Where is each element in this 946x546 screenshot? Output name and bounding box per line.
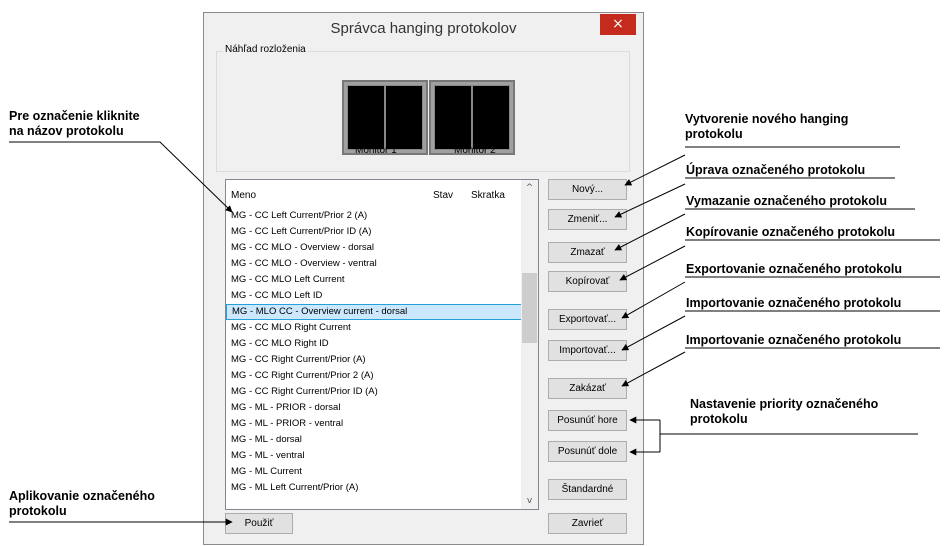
table-row[interactable]: MG - CC MLO Left ID [226,288,523,304]
move-down-button[interactable]: Posunúť dole [548,441,627,462]
edit-button[interactable]: Zmeniť... [548,209,627,230]
annotation-edit: Úprava označeného protokolu [686,163,866,177]
table-row[interactable]: MG - CC MLO - Overview - ventral [226,256,523,272]
layout-preview-label: Náhľad rozloženia [223,44,308,55]
annotation-click-name: Pre označenie kliknite na názov protokolu [9,109,140,138]
table-row[interactable]: MG - CC MLO - Overview - dorsal [226,240,523,256]
list-scrollbar[interactable]: ^ v [521,180,538,509]
table-row[interactable]: MG - CC MLO Left Current [226,272,523,288]
annotation-apply: Aplikovanie označeného protokolu [9,489,155,518]
annotation-import-1: Importovanie označeného protokolu [686,296,902,310]
annotation-import-2: Importovanie označeného protokolu [686,333,902,347]
table-row[interactable]: MG - ML - ventral [226,448,523,464]
import-button[interactable]: Importovať... [548,340,627,361]
protocol-list[interactable]: Meno Stav Skratka MG - CC Left Current/P… [225,179,539,510]
scroll-down-icon[interactable]: v [521,496,538,506]
annotation-copy: Kopírovanie označeného protokolu [686,225,896,239]
table-row[interactable]: MG - CC Left Current/Prior 2 (A) [226,208,523,224]
table-row[interactable]: MG - CC Right Current/Prior 2 (A) [226,368,523,384]
table-row[interactable]: MG - ML Current [226,464,523,480]
table-row[interactable]: MG - CC MLO Right ID [226,336,523,352]
hanging-protocol-manager-dialog: Správca hanging protokolov × Náhľad rozl… [203,12,644,545]
column-header-status[interactable]: Stav [433,190,453,201]
table-row[interactable]: MG - CC MLO Right Current [226,320,523,336]
table-row[interactable]: MG - ML Left Current/Prior (A) [226,480,523,496]
annotation-delete: Vymazanie označeného protokolu [686,194,887,208]
export-button[interactable]: Exportovať... [548,309,627,330]
table-row[interactable]: MG - ML - dorsal [226,432,523,448]
layout-preview-group: Náhľad rozloženia Monitor 1 Monitor 2 [216,44,630,172]
table-row[interactable]: MG - CC Left Current/Prior ID (A) [226,224,523,240]
column-header-shortcut[interactable]: Skratka [471,190,505,201]
scroll-thumb[interactable] [522,273,537,343]
table-row[interactable]: MG - CC Right Current/Prior (A) [226,352,523,368]
window-title: Správca hanging protokolov [330,20,517,37]
close-button[interactable]: Zavrieť [548,513,627,534]
list-header: Meno Stav Skratka [226,180,521,201]
monitor-1-preview [342,80,428,155]
monitor-2-preview [429,80,515,155]
move-up-button[interactable]: Posunúť hore [548,410,627,431]
disable-button[interactable]: Zakázať [548,378,627,399]
monitor-1-label: Monitor 1 [355,145,397,156]
monitor-2-label: Monitor 2 [454,145,496,156]
annotation-new: Vytvorenie nového hanging protokolu [685,112,849,141]
annotation-priority: Nastavenie priority označeného protokolu [690,397,879,426]
leader-click-name [9,141,233,213]
annotation-export: Exportovanie označeného protokolu [686,262,902,276]
table-row[interactable]: MG - CC Right Current/Prior ID (A) [226,384,523,400]
title-bar[interactable]: Správca hanging protokolov × [204,13,643,44]
scroll-up-icon[interactable]: ^ [521,183,538,193]
copy-button[interactable]: Kopírovať [548,271,627,292]
table-row[interactable]: MG - MLO CC - Overview current - dorsal [226,304,523,320]
close-icon[interactable]: × [600,14,636,35]
default-button[interactable]: Štandardné [548,479,627,500]
delete-button[interactable]: Zmazať [548,242,627,263]
table-row[interactable]: MG - ML - PRIOR - ventral [226,416,523,432]
apply-button[interactable]: Použiť [225,513,293,534]
new-button[interactable]: Nový... [548,179,627,200]
column-header-name[interactable]: Meno [231,190,256,201]
table-row[interactable]: MG - ML - PRIOR - dorsal [226,400,523,416]
